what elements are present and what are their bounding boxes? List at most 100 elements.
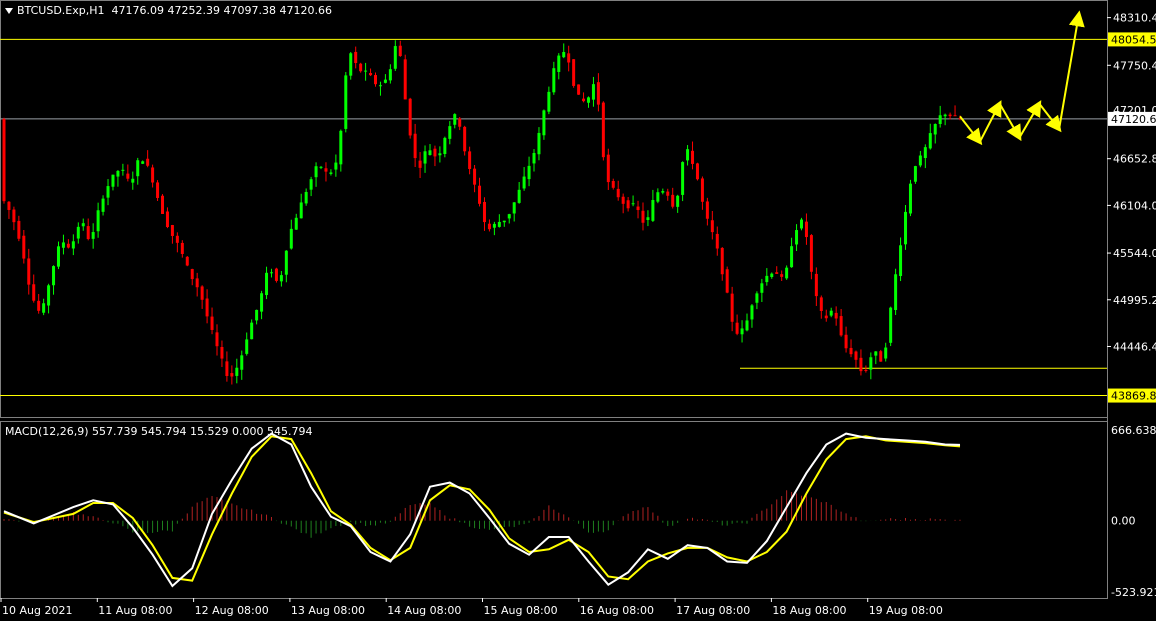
- candle: [235, 358, 239, 384]
- candle: [913, 165, 917, 184]
- candle: [611, 178, 615, 190]
- candle: [760, 278, 764, 302]
- candle: [586, 96, 590, 108]
- candle: [56, 241, 60, 270]
- candle: [849, 339, 853, 358]
- candle: [487, 219, 491, 232]
- candle: [255, 309, 259, 325]
- candle: [591, 76, 595, 107]
- candle: [17, 215, 21, 242]
- candle: [156, 180, 160, 201]
- candle: [250, 319, 254, 340]
- candle: [260, 290, 264, 320]
- candle: [923, 144, 927, 169]
- candle: [686, 145, 690, 166]
- candle: [76, 222, 80, 244]
- projection-arrow[interactable]: [1038, 103, 1062, 133]
- projection-arrow[interactable]: [998, 103, 1022, 142]
- candle: [61, 234, 65, 255]
- candle: [666, 188, 670, 201]
- projection-layer: [959, 10, 1085, 146]
- candle: [319, 165, 323, 170]
- candle: [52, 265, 56, 295]
- candle: [596, 73, 600, 112]
- candle: [646, 210, 650, 227]
- macd-histogram: [3, 490, 961, 538]
- candle: [899, 237, 903, 282]
- candle: [71, 234, 75, 256]
- time-label: 19 Aug 08:00: [869, 604, 943, 617]
- candle: [809, 234, 813, 280]
- time-label: 18 Aug 08:00: [772, 604, 846, 617]
- time-label: 13 Aug 08:00: [291, 604, 365, 617]
- candle: [383, 74, 387, 84]
- candle: [265, 266, 269, 300]
- candle: [111, 174, 115, 191]
- candle: [695, 162, 699, 181]
- candle: [463, 125, 467, 156]
- candle: [492, 221, 496, 236]
- price-tick: 44446.4: [1113, 340, 1156, 353]
- candle: [785, 265, 789, 280]
- candle: [349, 52, 353, 80]
- time-label: 14 Aug 08:00: [387, 604, 461, 617]
- macd-axis: 666.638 0.00 -523.921: [1111, 424, 1156, 599]
- candle: [522, 167, 526, 191]
- candle: [443, 136, 447, 158]
- candle: [47, 283, 51, 314]
- candle: [180, 240, 184, 258]
- candle: [572, 59, 576, 88]
- candle: [245, 332, 249, 356]
- time-label: 12 Aug 08:00: [195, 604, 269, 617]
- projection-arrow[interactable]: [978, 100, 1002, 143]
- candle: [126, 164, 130, 182]
- price-chart[interactable]: 48310.4 47750.4 46652.8 46104.0 45544.0 44995…: [0, 0, 1156, 621]
- candle: [2, 117, 6, 204]
- candle: [314, 162, 318, 187]
- price-tick: 47750.4: [1113, 59, 1156, 72]
- candle: [269, 268, 273, 278]
- candle: [874, 351, 878, 365]
- candle: [839, 308, 843, 337]
- candles-layer: [2, 40, 962, 385]
- candle: [542, 109, 546, 140]
- candle: [136, 157, 140, 185]
- candle: [12, 206, 16, 231]
- candle: [908, 179, 912, 217]
- candle: [339, 129, 343, 172]
- candle: [770, 272, 774, 279]
- projection-arrow[interactable]: [1058, 10, 1085, 130]
- candle: [740, 320, 744, 343]
- candle: [324, 162, 328, 182]
- candle: [750, 303, 754, 328]
- candle: [795, 224, 799, 252]
- candle: [225, 351, 229, 382]
- candle: [106, 179, 110, 206]
- candle: [799, 217, 803, 231]
- candle: [369, 68, 373, 77]
- macd-tick: 666.638: [1111, 424, 1156, 437]
- candle: [601, 101, 605, 161]
- resistance-price-tag: 48054.5: [1108, 32, 1156, 47]
- candle: [344, 71, 348, 133]
- candle: [161, 194, 165, 214]
- candle: [547, 86, 551, 115]
- candle: [507, 213, 511, 224]
- projection-arrow[interactable]: [959, 115, 983, 146]
- candle: [953, 105, 957, 117]
- candle: [433, 145, 437, 167]
- candle: [537, 127, 541, 161]
- candle: [705, 197, 709, 226]
- price-tick: 48310.4: [1113, 12, 1156, 25]
- candle: [304, 188, 308, 206]
- candle: [423, 145, 427, 173]
- candle: [671, 187, 675, 209]
- candle: [720, 247, 724, 281]
- candle: [884, 342, 888, 362]
- candle: [141, 160, 145, 165]
- support-price-tag: 43869.8: [1108, 388, 1156, 403]
- projection-arrow[interactable]: [1018, 100, 1042, 139]
- candle: [408, 97, 412, 139]
- candle: [889, 306, 893, 347]
- candle: [205, 289, 209, 324]
